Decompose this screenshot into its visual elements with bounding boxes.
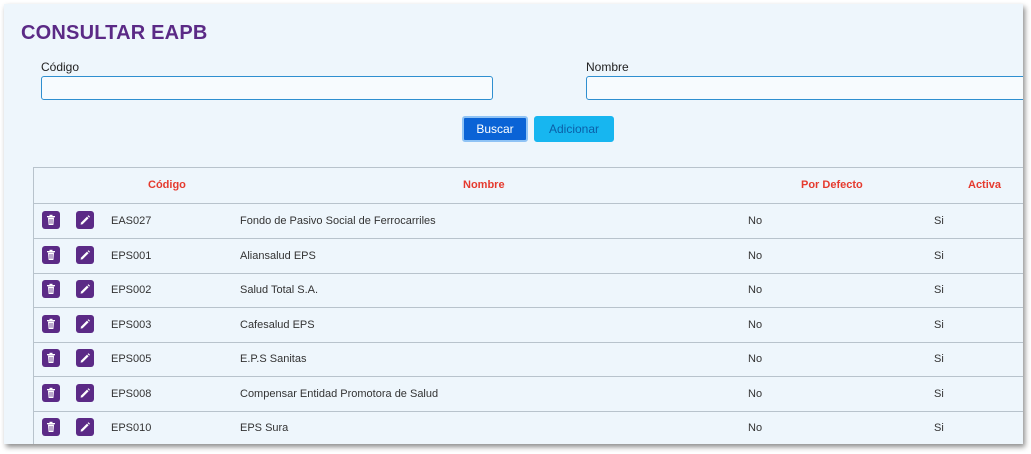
cell-nombre: EPS Sura bbox=[240, 422, 289, 434]
cell-activa: Si bbox=[934, 387, 944, 400]
cell-nombre: Fondo de Pasivo Social de Ferrocarriles bbox=[240, 215, 436, 227]
header-activa[interactable]: Activa bbox=[968, 179, 1001, 191]
codigo-input[interactable] bbox=[41, 76, 493, 100]
cell-por-defecto: No bbox=[748, 387, 763, 400]
cell-codigo: EPS010 bbox=[111, 422, 152, 434]
trash-icon[interactable] bbox=[42, 418, 60, 436]
codigo-label: Código bbox=[41, 60, 80, 74]
table-row: EPS003 Cafesalud EPS No Si bbox=[34, 308, 1023, 343]
pencil-icon[interactable] bbox=[76, 280, 94, 298]
cell-activa: Si bbox=[934, 284, 944, 296]
cell-nombre: Compensar Entidad Promotora de Salud bbox=[240, 387, 439, 400]
table-row: EAS027 Fondo de Pasivo Social de Ferroca… bbox=[34, 204, 1023, 239]
cell-por-defecto: No bbox=[748, 353, 763, 365]
pencil-icon[interactable] bbox=[76, 418, 94, 436]
trash-icon[interactable] bbox=[42, 211, 60, 229]
cell-codigo: EAS027 bbox=[111, 215, 152, 227]
table-row: EPS002 Salud Total S.A. No Si bbox=[34, 273, 1023, 308]
cell-activa: Si bbox=[934, 318, 944, 331]
page-title: CONSULTAR EAPB bbox=[21, 22, 208, 44]
cell-activa: Si bbox=[934, 215, 944, 227]
cell-nombre: E.P.S Sanitas bbox=[240, 353, 307, 365]
cell-por-defecto: No bbox=[748, 422, 763, 434]
eapb-window: CONSULTAR EAPB Código Nombre Buscar Adic… bbox=[4, 4, 1023, 444]
cell-por-defecto: No bbox=[748, 249, 763, 262]
pencil-icon[interactable] bbox=[76, 211, 94, 229]
cell-codigo: EPS005 bbox=[111, 353, 152, 365]
table-row: EPS008 Compensar Entidad Promotora de Sa… bbox=[34, 377, 1023, 412]
trash-icon[interactable] bbox=[42, 349, 60, 367]
table-header: Código Nombre Por Defecto Activa bbox=[34, 168, 1023, 204]
cell-activa: Si bbox=[934, 422, 944, 434]
cell-nombre: Aliansalud EPS bbox=[240, 249, 316, 262]
header-codigo[interactable]: Código bbox=[148, 179, 186, 191]
cell-nombre: Cafesalud EPS bbox=[240, 318, 315, 331]
nombre-input[interactable] bbox=[586, 76, 1023, 100]
adicionar-button[interactable]: Adicionar bbox=[534, 116, 614, 142]
pencil-icon[interactable] bbox=[76, 245, 94, 264]
nombre-label: Nombre bbox=[586, 60, 629, 74]
cell-codigo: EPS008 bbox=[111, 387, 152, 400]
header-nombre[interactable]: Nombre bbox=[463, 179, 505, 191]
trash-icon[interactable] bbox=[42, 245, 60, 264]
cell-activa: Si bbox=[934, 249, 944, 262]
pencil-icon[interactable] bbox=[76, 383, 94, 402]
table-row: EPS010 EPS Sura No Si bbox=[34, 411, 1023, 444]
cell-codigo: EPS001 bbox=[111, 249, 152, 262]
trash-icon[interactable] bbox=[42, 280, 60, 298]
trash-icon[interactable] bbox=[42, 314, 60, 333]
cell-codigo: EPS002 bbox=[111, 284, 152, 296]
cell-por-defecto: No bbox=[748, 284, 763, 296]
table-row: EPS001 Aliansalud EPS No Si bbox=[34, 239, 1023, 274]
cell-nombre: Salud Total S.A. bbox=[240, 284, 319, 296]
cell-activa: Si bbox=[934, 353, 944, 365]
cell-por-defecto: No bbox=[748, 318, 763, 331]
table-row: EPS005 E.P.S Sanitas No Si bbox=[34, 342, 1023, 377]
pencil-icon[interactable] bbox=[76, 349, 94, 367]
cell-codigo: EPS003 bbox=[111, 318, 152, 331]
cell-por-defecto: No bbox=[748, 215, 763, 227]
trash-icon[interactable] bbox=[42, 383, 60, 402]
header-por-defecto[interactable]: Por Defecto bbox=[801, 179, 863, 191]
eapb-table: Código Nombre Por Defecto Activa EAS027 … bbox=[33, 167, 1023, 444]
pencil-icon[interactable] bbox=[76, 314, 94, 333]
buscar-button[interactable]: Buscar bbox=[462, 116, 528, 142]
